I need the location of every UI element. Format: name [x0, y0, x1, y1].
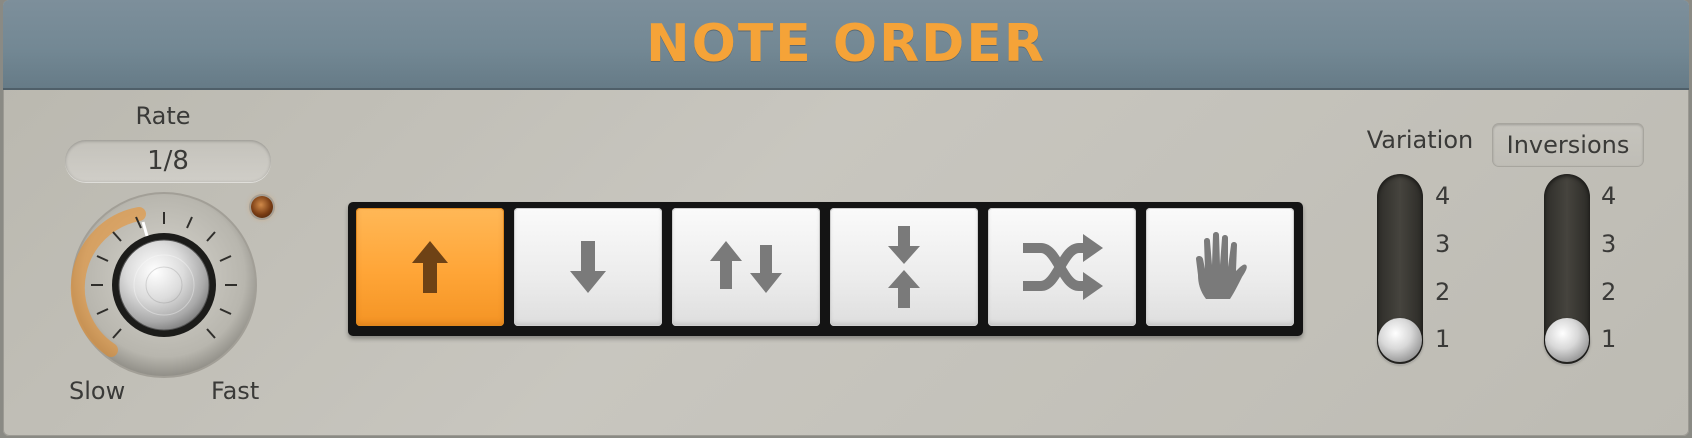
note-order-panel: NOTE ORDER Rate 1/8 Slow Fast Variation … [3, 0, 1689, 436]
arrow-down-icon [570, 241, 606, 293]
slow-label: Slow [69, 377, 126, 405]
inversions-tick-1: 1 [1601, 325, 1617, 353]
variation-tick-3: 3 [1435, 230, 1451, 258]
rate-value-display[interactable]: 1/8 [65, 140, 271, 182]
arrows-converge-icon [888, 226, 920, 308]
hand-icon [1196, 232, 1247, 299]
rate-knob[interactable] [69, 190, 259, 380]
shuffle-icon [1023, 234, 1103, 300]
variation-tick-2: 2 [1435, 278, 1451, 306]
rate-label: Rate [135, 102, 191, 130]
mode-up-button[interactable] [356, 208, 504, 326]
inversions-tick-4: 4 [1601, 182, 1617, 210]
header-bar: NOTE ORDER [3, 0, 1689, 90]
variation-tick-4: 4 [1435, 182, 1451, 210]
inversions-tick-3: 3 [1601, 230, 1617, 258]
mode-as-played-button[interactable] [1146, 208, 1294, 326]
variation-tick-1: 1 [1435, 325, 1451, 353]
mode-outside-in-button[interactable] [830, 208, 978, 326]
page-title: NOTE ORDER [646, 14, 1046, 74]
fast-label: Fast [211, 377, 260, 405]
mode-random-button[interactable] [988, 208, 1136, 326]
inversions-slider-thumb[interactable] [1545, 318, 1589, 362]
inversions-tick-2: 2 [1601, 278, 1617, 306]
arrow-up-icon [412, 241, 448, 293]
variation-slider-thumb[interactable] [1378, 318, 1422, 362]
mode-down-button[interactable] [514, 208, 662, 326]
inversions-label[interactable]: Inversions [1493, 124, 1643, 166]
variation-label: Variation [1366, 126, 1474, 154]
arrow-up-down-icon [710, 241, 782, 293]
note-order-mode-buttons [348, 202, 1303, 336]
mode-up-down-button[interactable] [672, 208, 820, 326]
